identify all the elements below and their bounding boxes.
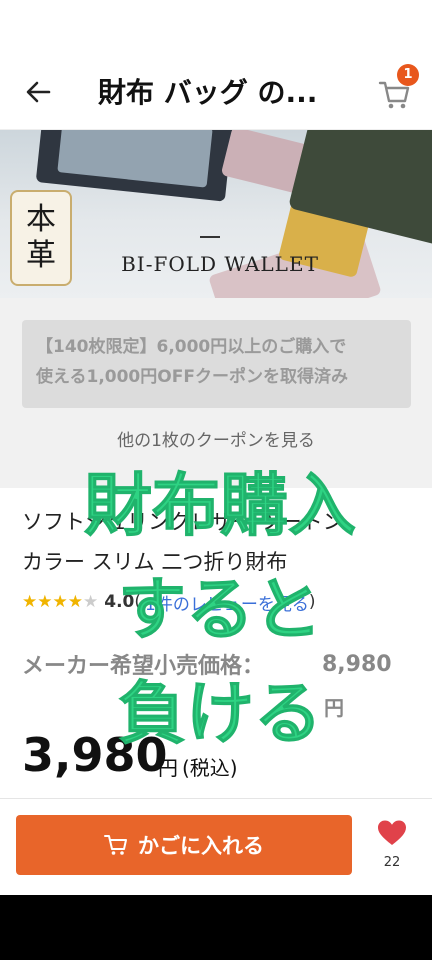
star-empty-icon: ★ <box>83 592 99 612</box>
product-name-line1: ソフトシュリンクレザー ツートン <box>22 510 344 534</box>
star-icon: ★ <box>22 592 38 612</box>
back-button[interactable] <box>20 74 56 110</box>
bottom-action-bar: かごに入れる 22 <box>0 798 432 895</box>
star-icon: ★ <box>37 592 53 612</box>
page-title: 財布 バッグ の... <box>98 76 318 109</box>
system-nav-area <box>0 895 432 960</box>
star-icon: ★ <box>52 592 68 612</box>
banner-headline: BI-FOLD WALLET <box>121 252 319 276</box>
coupon-text-line1: 【140枚限定】6,000円以上のご購入で <box>36 337 347 357</box>
sale-price: 3,980 <box>22 728 168 782</box>
star-icon: ★ <box>67 592 83 612</box>
more-coupons-link[interactable]: 他の1枚のクーポンを見る <box>0 426 432 451</box>
reviews-link[interactable]: 1件のレビューを見る <box>145 590 309 615</box>
msrp-unit: 円 <box>324 696 344 720</box>
msrp-label: メーカー希望小売価格： <box>22 654 265 679</box>
genuine-leather-seal: 本 革 <box>10 190 72 286</box>
top-app-bar: 財布 バッグ の... <box>0 56 432 130</box>
add-to-cart-button[interactable]: かごに入れる <box>16 815 352 875</box>
seal-char-2: 革 <box>26 238 56 273</box>
paren-close: ) <box>308 592 316 612</box>
coupon-section: 【140枚限定】6,000円以上のご購入で 使える1,000円OFFクーポンを取… <box>0 298 432 488</box>
favorite-count: 22 <box>383 855 401 870</box>
coupon-text-line2: 使える1,000円OFFクーポンを取得済み <box>36 367 348 387</box>
paren-open: ( <box>134 592 142 612</box>
favorite-button[interactable]: 22 <box>374 819 410 870</box>
cart-count-badge: 1 <box>397 64 419 86</box>
seal-char-1: 本 <box>26 202 56 237</box>
star-rating: ★ ★ ★ ★ ★ <box>22 592 98 612</box>
product-banner-image: 本 革 BI-FOLD WALLET <box>0 130 432 298</box>
cart-icon <box>104 835 127 855</box>
add-to-cart-label: かごに入れる <box>138 834 264 858</box>
coupon-acquired-box: 【140枚限定】6,000円以上のご購入で 使える1,000円OFFクーポンを取… <box>22 320 411 408</box>
back-arrow-icon <box>26 81 51 103</box>
app-screen: 財布 バッグ の... 1 本 革 BI-FOLD WALLET 【140枚限定… <box>0 0 432 895</box>
rating-value: 4.0 <box>104 592 135 612</box>
product-name: ソフトシュリンクレザー ツートン カラー スリム 二つ折り財布 <box>22 502 412 582</box>
rating-row: ★ ★ ★ ★ ★ 4.0 ( 1件のレビューを見る ) <box>22 589 422 615</box>
product-name-line2: カラー スリム 二つ折り財布 <box>22 550 288 574</box>
tax-included-label: (税込) <box>182 756 238 780</box>
banner-divider <box>200 236 220 238</box>
msrp-value: 8,980 <box>322 652 392 677</box>
heart-icon <box>378 820 406 845</box>
price-unit: 円 <box>158 756 178 780</box>
